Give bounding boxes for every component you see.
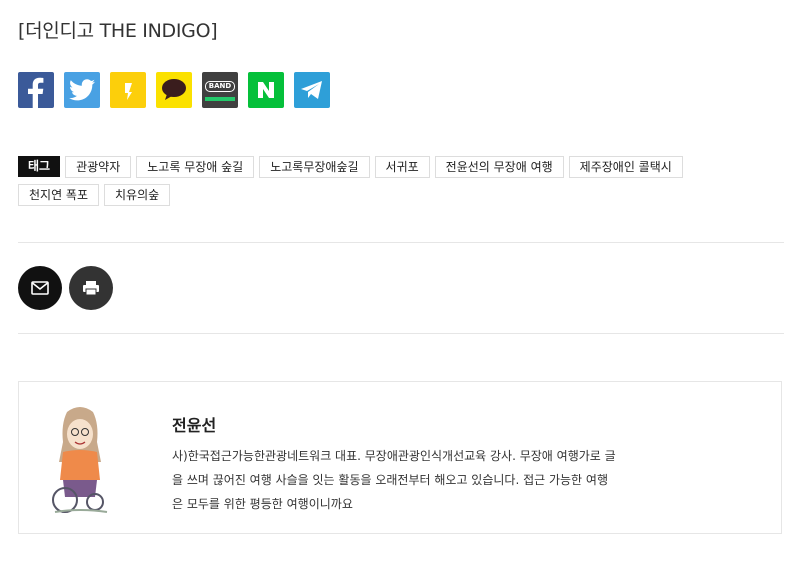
telegram-share-button[interactable] — [294, 72, 330, 108]
tag-item[interactable]: 노고록무장애숲길 — [259, 156, 370, 178]
author-avatar — [52, 407, 108, 513]
telegram-icon — [301, 81, 322, 99]
envelope-icon — [31, 281, 49, 295]
band-icon — [205, 97, 235, 101]
divider — [18, 242, 784, 243]
tag-item[interactable]: 노고록 무장애 숲길 — [136, 156, 255, 178]
tag-list: 태그 관광약자 노고록 무장애 숲길 노고록무장애숲길 서귀포 전윤선의 무장애… — [18, 156, 718, 206]
kakaotalk-share-button[interactable] — [156, 72, 192, 108]
naver-icon — [258, 82, 274, 98]
share-buttons: BAND — [18, 72, 330, 108]
twitter-icon — [69, 79, 95, 101]
author-bio: 사)한국접근가능한관광네트워크 대표. 무장애관광인식개선교육 강사. 무장애 … — [172, 449, 616, 511]
facebook-icon — [28, 77, 44, 108]
tag-item[interactable]: 관광약자 — [65, 156, 132, 178]
printer-icon — [83, 281, 99, 296]
tag-item[interactable]: 치유의숲 — [104, 184, 171, 206]
author-box: 전윤선 사)한국접근가능한관광네트워크 대표. 무장애관광인식개선교육 강사. … — [18, 381, 782, 534]
tag-item[interactable]: 서귀포 — [374, 156, 430, 178]
band-label: BAND — [204, 81, 236, 92]
divider — [18, 333, 784, 334]
naver-share-button[interactable] — [248, 72, 284, 108]
twitter-share-button[interactable] — [64, 72, 100, 108]
tag-item[interactable]: 천지연 폭포 — [18, 184, 100, 206]
kakaostory-icon — [125, 83, 132, 100]
print-button[interactable] — [69, 266, 113, 310]
author-name: 전윤선 — [172, 416, 217, 435]
tag-item[interactable]: 전윤선의 무장애 여행 — [434, 156, 564, 178]
band-share-button[interactable]: BAND — [202, 72, 238, 108]
article-source: [더인디고 THE INDIGO] — [18, 20, 218, 42]
email-button[interactable] — [18, 266, 62, 310]
tag-header: 태그 — [18, 156, 61, 177]
tag-item[interactable]: 제주장애인 콜택시 — [568, 156, 683, 178]
kakaotalk-icon — [162, 79, 186, 100]
facebook-share-button[interactable] — [18, 72, 54, 108]
kakaostory-share-button[interactable] — [110, 72, 146, 108]
